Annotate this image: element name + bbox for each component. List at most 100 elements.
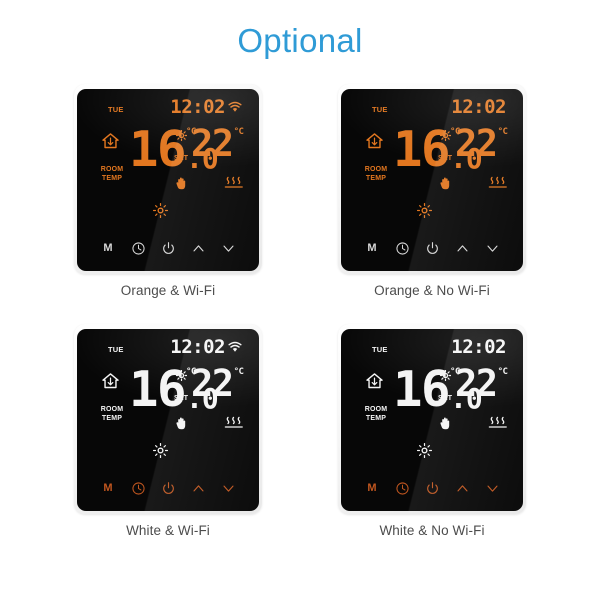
up-key[interactable]	[188, 239, 208, 257]
device-glass-panel: TUE 12:02 ROOM TEMP 16 °C .0 SET 22 °C M	[77, 329, 259, 511]
clock-area: 12:02	[170, 338, 242, 357]
heating-waves-icon	[224, 416, 243, 428]
room-temp-label-line2: TEMP	[101, 174, 123, 182]
menu-key[interactable]: M	[98, 479, 118, 497]
weekday-label: TUE	[108, 105, 124, 114]
set-label: SET	[174, 155, 189, 162]
product-caption: Orange & No Wi-Fi	[374, 283, 490, 298]
hand-manual-icon	[176, 417, 186, 430]
thermostat-device[interactable]: TUE 12:02 ROOM TEMP 16 °C .0 SET 22 °C M	[338, 324, 526, 514]
set-temp-value: 22	[191, 362, 234, 405]
thermostat-device[interactable]: TUE 12:02 ROOM TEMP 16 °C .0 SET 22 °C M	[338, 84, 526, 274]
power-key[interactable]	[422, 479, 442, 497]
heating-waves-icon	[488, 416, 507, 428]
set-temperature-readout: 22 °C	[191, 122, 244, 165]
product-caption: White & Wi-Fi	[126, 523, 210, 538]
chevron-up-icon	[456, 244, 468, 251]
set-label: SET	[438, 395, 453, 402]
gear-icon	[440, 130, 451, 141]
set-temp-unit: °C	[497, 127, 508, 137]
set-temp-value: 22	[455, 362, 498, 405]
clock-icon	[395, 241, 409, 255]
time-value: 12:02	[451, 336, 506, 358]
device-glass-panel: TUE 12:02 ROOM TEMP 16 °C .0 SET 22 °C M	[341, 329, 523, 511]
power-icon	[426, 481, 438, 494]
power-key[interactable]	[158, 239, 178, 257]
clock-icon	[395, 481, 409, 495]
product-variant-grid: TUE 12:02 ROOM TEMP 16 °C .0 SET 22 °C M…	[0, 84, 600, 538]
clock-area: 12:02	[451, 338, 506, 357]
clock-area: 12:02	[170, 98, 242, 117]
set-temperature-readout: 22 °C	[455, 362, 508, 405]
power-key[interactable]	[158, 479, 178, 497]
product-options-page: Optional TUE 12:02 ROOM TEMP 16 °C .0 SE…	[0, 0, 600, 600]
room-temp-label-line2: TEMP	[365, 414, 387, 422]
set-temp-value: 22	[455, 122, 498, 165]
power-key[interactable]	[422, 239, 442, 257]
weekday-label: TUE	[372, 105, 388, 114]
clock-key[interactable]	[392, 479, 412, 497]
menu-key-label: M	[103, 241, 113, 254]
sun-icon	[153, 443, 168, 458]
weekday-label: TUE	[372, 345, 388, 354]
down-key[interactable]	[482, 479, 502, 497]
set-temp-unit: °C	[233, 127, 244, 137]
down-key[interactable]	[218, 239, 238, 257]
power-icon	[162, 481, 174, 494]
set-temperature-group: SET 22 °C	[173, 365, 247, 435]
product-row-bottom: TUE 12:02 ROOM TEMP 16 °C .0 SET 22 °C M…	[0, 324, 600, 538]
menu-key[interactable]: M	[98, 239, 118, 257]
menu-key[interactable]: M	[362, 239, 382, 257]
down-key[interactable]	[482, 239, 502, 257]
product-card-white-no-wifi[interactable]: TUE 12:02 ROOM TEMP 16 °C .0 SET 22 °C M…	[334, 324, 530, 538]
room-temp-label-line1: ROOM	[364, 166, 388, 173]
clock-key[interactable]	[392, 239, 412, 257]
room-temp-label-line1: ROOM	[100, 166, 124, 173]
heating-waves-icon	[224, 176, 243, 188]
house-icon	[366, 373, 383, 389]
set-label: SET	[174, 395, 189, 402]
down-key[interactable]	[218, 479, 238, 497]
clock-key[interactable]	[128, 239, 148, 257]
heating-waves-icon	[488, 176, 507, 188]
product-card-orange-no-wifi[interactable]: TUE 12:02 ROOM TEMP 16 °C .0 SET 22 °C M…	[334, 84, 530, 298]
up-key[interactable]	[452, 239, 472, 257]
thermostat-device[interactable]: TUE 12:02 ROOM TEMP 16 °C .0 SET 22 °C M	[74, 324, 262, 514]
clock-key[interactable]	[128, 479, 148, 497]
lcd-display: TUE 12:02 ROOM TEMP 16 °C .0 SET 22 °C	[341, 89, 523, 229]
sun-icon	[417, 203, 432, 218]
up-key[interactable]	[188, 479, 208, 497]
product-card-white-wifi[interactable]: TUE 12:02 ROOM TEMP 16 °C .0 SET 22 °C M…	[70, 324, 266, 538]
set-temp-unit: °C	[497, 367, 508, 377]
wifi-icon	[228, 101, 242, 112]
time-value: 12:02	[451, 96, 506, 118]
lcd-display: TUE 12:02 ROOM TEMP 16 °C .0 SET 22 °C	[77, 89, 259, 229]
set-temp-unit: °C	[233, 367, 244, 377]
wifi-icon	[228, 341, 242, 352]
sun-icon	[153, 203, 168, 218]
set-temperature-group: SET 22 °C	[437, 365, 511, 435]
chevron-up-icon	[192, 484, 204, 491]
menu-key-label: M	[103, 481, 113, 494]
chevron-down-icon	[222, 245, 234, 252]
room-temp-label: ROOM TEMP	[363, 406, 389, 423]
chevron-up-icon	[456, 484, 468, 491]
lcd-display: TUE 12:02 ROOM TEMP 16 °C .0 SET 22 °C	[77, 329, 259, 469]
house-icon	[366, 133, 383, 149]
gear-icon	[440, 370, 451, 381]
chevron-down-icon	[222, 485, 234, 492]
menu-key[interactable]: M	[362, 479, 382, 497]
set-label: SET	[438, 155, 453, 162]
page-title: Optional	[237, 22, 363, 59]
set-temperature-group: SET 22 °C	[437, 125, 511, 195]
sun-icon	[417, 443, 432, 458]
room-temp-label-line2: TEMP	[101, 414, 123, 422]
up-key[interactable]	[452, 479, 472, 497]
thermostat-device[interactable]: TUE 12:02 ROOM TEMP 16 °C .0 SET 22 °C M	[74, 84, 262, 274]
set-temp-value: 22	[191, 122, 234, 165]
touch-key-row: M	[77, 238, 259, 258]
room-temp-label: ROOM TEMP	[99, 166, 125, 183]
room-temp-label-line1: ROOM	[364, 406, 388, 413]
gear-icon	[176, 370, 187, 381]
product-card-orange-wifi[interactable]: TUE 12:02 ROOM TEMP 16 °C .0 SET 22 °C M…	[70, 84, 266, 298]
